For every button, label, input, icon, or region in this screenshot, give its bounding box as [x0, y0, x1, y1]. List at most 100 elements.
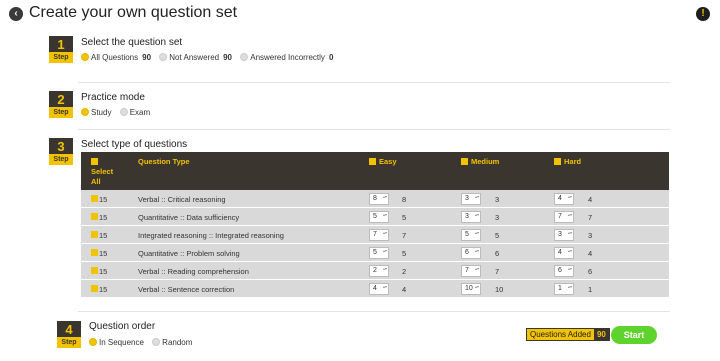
table-row: 15 Integrated reasoning :: Integrated re… [81, 226, 669, 244]
question-type-header: Question Type [138, 157, 190, 166]
hard-available: 7 [588, 213, 593, 222]
easy-stepper[interactable]: 2 [369, 265, 389, 277]
option-count: 0 [328, 53, 334, 62]
option-label: Study [91, 108, 112, 117]
hard-stepper[interactable]: 4 [554, 247, 574, 259]
all-questions-option[interactable]: All Questions 90 [81, 53, 151, 62]
medium-header-label: Medium [471, 157, 500, 166]
option-label: In Sequence [99, 338, 144, 347]
row-total: 15 [99, 213, 108, 222]
step-number: 4 [65, 322, 73, 337]
divider [78, 82, 670, 83]
hard-stepper[interactable]: 4 [554, 193, 574, 205]
study-option[interactable]: Study [81, 108, 111, 117]
divider [78, 311, 670, 312]
step-4-badge: 4 Step [57, 321, 81, 348]
step-label: Step [57, 337, 81, 348]
easy-available: 4 [402, 285, 407, 294]
row-question-type: Verbal :: Sentence correction [138, 285, 235, 294]
row-total: 15 [99, 195, 108, 204]
easy-stepper[interactable]: 4 [369, 283, 389, 295]
row-checkbox-icon[interactable] [91, 267, 98, 274]
table-row: 15 Verbal :: Reading comprehension 2 2 7… [81, 262, 669, 280]
hard-checkbox-icon[interactable] [554, 158, 561, 165]
easy-header-label: Easy [379, 157, 397, 166]
medium-header[interactable]: Medium [461, 157, 499, 166]
questions-added-count: 90 [593, 329, 609, 340]
hard-header[interactable]: Hard [554, 157, 581, 166]
in-sequence-option[interactable]: In Sequence [89, 338, 144, 347]
easy-available: 7 [402, 231, 407, 240]
medium-available: 10 [495, 285, 504, 294]
select-all-header[interactable]: Select All [91, 157, 113, 187]
page-title: Create your own question set [29, 4, 238, 21]
radio-selected-icon[interactable] [81, 108, 89, 116]
hard-available: 1 [588, 285, 593, 294]
easy-stepper[interactable]: 5 [369, 211, 389, 223]
row-checkbox-icon[interactable] [91, 285, 98, 292]
radio-icon[interactable] [240, 53, 249, 61]
radio-icon[interactable] [159, 53, 168, 61]
hard-header-label: Hard [564, 157, 582, 166]
option-count: 90 [142, 53, 152, 62]
radio-icon[interactable] [119, 108, 128, 116]
radio-selected-icon[interactable] [81, 53, 89, 61]
easy-available: 5 [402, 213, 407, 222]
alert-icon[interactable]: ! [696, 7, 710, 21]
answered-incorrectly-option[interactable]: Answered Incorrectly 0 [240, 53, 333, 62]
medium-stepper[interactable]: 3 [461, 193, 481, 205]
medium-stepper[interactable]: 7 [461, 265, 481, 277]
question-set-options: All Questions 90 Not Answered 90 Answered … [81, 53, 339, 62]
row-question-type: Quantitative :: Problem solving [138, 249, 240, 258]
row-checkbox-icon[interactable] [91, 195, 98, 202]
question-type-table: Select All Question Type Easy Medium Har… [81, 152, 669, 298]
hard-stepper[interactable]: 7 [554, 211, 574, 223]
not-answered-option[interactable]: Not Answered 90 [159, 53, 232, 62]
row-checkbox-icon[interactable] [91, 231, 98, 238]
questions-added-badge: Questions Added 90 [526, 328, 610, 341]
hard-available: 6 [588, 267, 593, 276]
row-checkbox-icon[interactable] [91, 249, 98, 256]
medium-available: 6 [495, 249, 500, 258]
medium-stepper[interactable]: 5 [461, 229, 481, 241]
row-question-type: Verbal :: Reading comprehension [138, 267, 249, 276]
row-total: 15 [99, 249, 108, 258]
medium-checkbox-icon[interactable] [461, 158, 468, 165]
exam-option[interactable]: Exam [119, 108, 150, 117]
start-button[interactable]: Start [611, 326, 657, 344]
hard-available: 3 [588, 231, 593, 240]
step-label: Step [49, 154, 73, 165]
radio-selected-icon[interactable] [89, 338, 97, 346]
table-header: Select All Question Type Easy Medium Har… [81, 152, 669, 190]
radio-icon[interactable] [152, 338, 161, 346]
option-label: Not Answered [169, 53, 220, 62]
medium-stepper[interactable]: 3 [461, 211, 481, 223]
medium-stepper[interactable]: 6 [461, 247, 481, 259]
random-option[interactable]: Random [152, 338, 192, 347]
step-1-badge: 1 Step [49, 36, 73, 63]
easy-stepper[interactable]: 8 [369, 193, 389, 205]
questions-added-label: Questions Added [530, 330, 591, 339]
select-all-checkbox-icon[interactable] [91, 158, 98, 165]
easy-stepper[interactable]: 7 [369, 229, 389, 241]
medium-stepper[interactable]: 10 [461, 283, 481, 295]
hard-stepper[interactable]: 6 [554, 265, 574, 277]
easy-stepper[interactable]: 5 [369, 247, 389, 259]
row-checkbox-icon[interactable] [91, 213, 98, 220]
hard-stepper[interactable]: 3 [554, 229, 574, 241]
easy-checkbox-icon[interactable] [369, 158, 376, 165]
back-arrow-icon[interactable]: ‹ [9, 7, 23, 21]
practice-mode-options: Study Exam [81, 108, 156, 117]
hard-available: 4 [588, 195, 593, 204]
hard-stepper[interactable]: 1 [554, 283, 574, 295]
row-total: 15 [99, 267, 108, 276]
easy-available: 2 [402, 267, 407, 276]
page-header: ‹ Create your own question set ! [0, 0, 720, 28]
step-3-title: Select type of questions [81, 139, 188, 150]
question-order-options: In Sequence Random [89, 338, 198, 347]
option-label: Answered Incorrectly [250, 53, 325, 62]
option-label: Random [162, 338, 193, 347]
row-question-type: Quantitative :: Data sufficiency [138, 213, 240, 222]
easy-header[interactable]: Easy [369, 157, 397, 166]
easy-available: 8 [402, 195, 407, 204]
